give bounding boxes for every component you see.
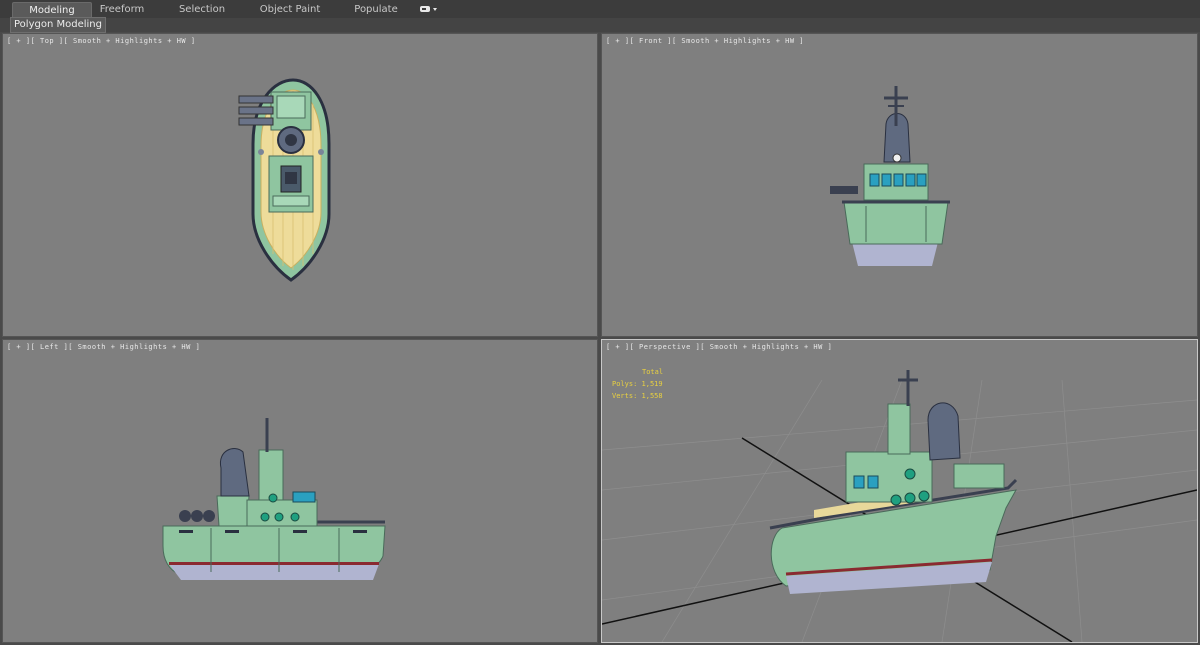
- ribbon-tab-bar: Modeling Freeform Selection Object Paint…: [0, 0, 1200, 19]
- viewport-front[interactable]: [ + ][ Front ][ Smooth + Highlights + HW…: [601, 33, 1198, 337]
- ribbon-options-dropdown[interactable]: [418, 3, 442, 15]
- ribbon-panel-bar: [0, 18, 1200, 32]
- tab-freeform[interactable]: Freeform: [90, 2, 154, 17]
- viewport-left[interactable]: [ + ][ Left ][ Smooth + Highlights + HW …: [2, 339, 598, 643]
- boat-top-view: [238, 78, 331, 282]
- ribbon-toggle-icon: [420, 6, 437, 12]
- tab-selection[interactable]: Selection: [170, 2, 234, 17]
- tab-object-paint[interactable]: Object Paint: [250, 2, 330, 17]
- viewport-perspective[interactable]: [ + ][ Perspective ][ Smooth + Highlight…: [601, 339, 1198, 643]
- polygon-modeling-panel-button[interactable]: Polygon Modeling: [10, 17, 106, 33]
- viewport-top[interactable]: [ + ][ Top ][ Smooth + Highlights + HW ]: [2, 33, 598, 337]
- boat-side-view: [162, 418, 386, 580]
- tab-populate[interactable]: Populate: [344, 2, 408, 17]
- boat-front-view: [830, 86, 950, 266]
- boat-perspective-view: [602, 370, 1197, 642]
- tab-modeling[interactable]: Modeling: [12, 2, 92, 18]
